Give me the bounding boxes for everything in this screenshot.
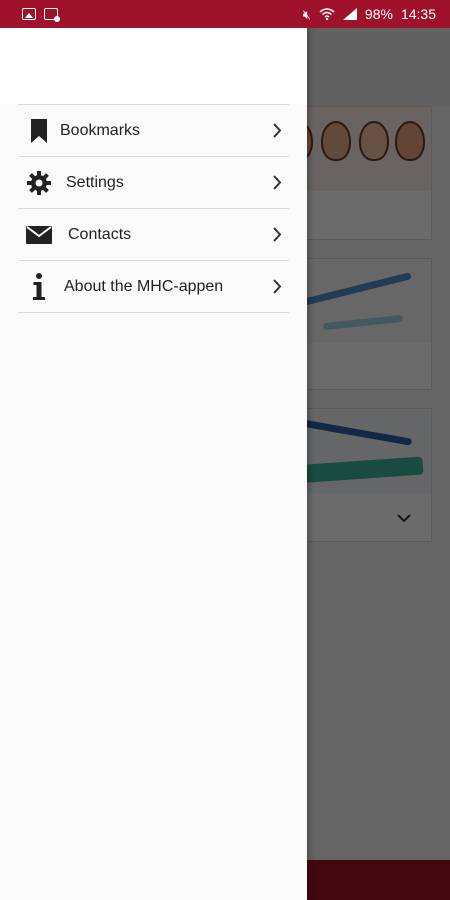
battery-level: 98%	[364, 6, 393, 22]
bookmark-icon	[18, 118, 60, 144]
chevron-right-icon	[265, 279, 289, 294]
chevron-right-icon	[265, 175, 289, 190]
gallery-icon	[22, 8, 36, 20]
menu-item-label: Settings	[66, 173, 124, 191]
mute-icon: 🔇︎	[302, 6, 311, 22]
menu-item-settings[interactable]: Settings	[18, 157, 289, 209]
menu-item-label: Bookmarks	[60, 121, 141, 139]
chevron-right-icon	[265, 123, 289, 138]
gear-icon	[18, 170, 60, 196]
clock: 14:35	[400, 6, 436, 22]
wifi-icon	[319, 8, 335, 20]
envelope-icon	[18, 225, 60, 245]
menu-item-contacts[interactable]: Contacts	[18, 209, 289, 261]
status-right: 🔇︎ 98% 14:35	[303, 6, 436, 22]
menu-item-label: Contacts	[68, 225, 132, 243]
menu-item-bookmarks[interactable]: Bookmarks	[18, 105, 289, 157]
status-bar: 🔇︎ 98% 14:35	[0, 0, 450, 28]
calendar-icon	[44, 8, 60, 22]
signal-icon	[342, 8, 357, 20]
menu-item-about[interactable]: About the MHC-appen	[18, 261, 289, 313]
menu-item-label: About the MHC-appen	[64, 277, 224, 295]
drawer-menu: Bookmarks Settings Contacts About the MH…	[18, 104, 289, 313]
info-icon	[18, 272, 60, 302]
chevron-right-icon	[265, 227, 289, 242]
drawer-header	[0, 28, 307, 104]
navigation-drawer: Bookmarks Settings Contacts About the MH…	[0, 28, 307, 900]
status-left	[22, 8, 60, 22]
